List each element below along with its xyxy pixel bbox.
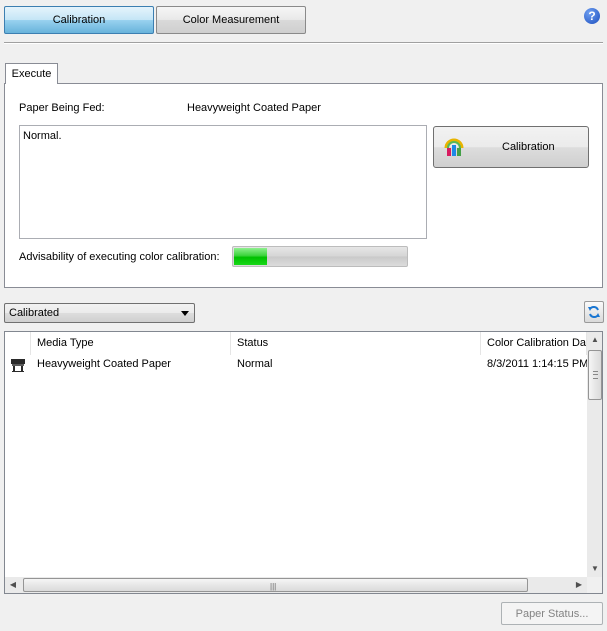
paper-status-label: Paper Status...: [515, 607, 589, 620]
calibration-button-label: Calibration: [502, 141, 555, 153]
refresh-button[interactable]: [584, 301, 604, 323]
paper-being-fed-label: Paper Being Fed:: [19, 102, 105, 114]
color-calibration-icon: [444, 138, 464, 156]
color-measurement-mode-label: Color Measurement: [182, 14, 280, 26]
table-row[interactable]: Heavyweight Coated Paper Normal 8/3/2011…: [5, 355, 587, 375]
status-cell: Normal: [237, 358, 273, 370]
media-type-column-header[interactable]: Media Type: [31, 332, 231, 355]
advisability-meter: [232, 246, 408, 267]
paper-status-button[interactable]: Paper Status...: [501, 602, 603, 625]
status-message-box: Normal.: [19, 125, 427, 239]
media-filter-value: Calibrated: [9, 307, 60, 319]
execute-calibration-button[interactable]: Calibration: [433, 126, 589, 168]
status-column-header[interactable]: Status: [231, 332, 481, 355]
scroll-left-icon[interactable]: ◀: [5, 577, 21, 593]
status-message: Normal.: [23, 130, 62, 142]
horizontal-scroll-thumb[interactable]: |||: [23, 578, 528, 592]
advisability-meter-fill: [234, 248, 267, 265]
execute-panel: Paper Being Fed: Heavyweight Coated Pape…: [4, 83, 603, 288]
media-filter-select[interactable]: Calibrated: [4, 303, 195, 323]
color-measurement-mode-button[interactable]: Color Measurement: [156, 6, 306, 34]
calibration-mode-button[interactable]: Calibration: [4, 6, 154, 34]
tab-execute-label: Execute: [11, 68, 52, 80]
refresh-icon: [588, 306, 600, 318]
help-icon[interactable]: ?: [584, 8, 600, 24]
header-separator: [4, 42, 603, 44]
paper-being-fed-value: Heavyweight Coated Paper: [187, 102, 321, 114]
scroll-down-icon[interactable]: ▼: [587, 561, 602, 577]
printer-icon: [11, 359, 25, 372]
media-type-cell: Heavyweight Coated Paper: [37, 358, 171, 370]
chevron-down-icon: [181, 311, 189, 316]
vertical-scrollbar[interactable]: ▲ ▼: [587, 332, 602, 577]
calibration-mode-label: Calibration: [52, 14, 106, 26]
media-list: Media Type Status Color Calibration Date…: [4, 331, 603, 594]
icon-column-header[interactable]: [5, 332, 31, 355]
tab-execute[interactable]: Execute: [5, 63, 58, 84]
scrollbar-corner: [587, 577, 602, 593]
calibration-date-cell: 8/3/2011 1:14:15 PM: [487, 358, 587, 370]
horizontal-scrollbar[interactable]: ◀ ||| ▶: [5, 577, 587, 593]
scroll-up-icon[interactable]: ▲: [587, 332, 602, 348]
advisability-label: Advisability of executing color calibrat…: [19, 251, 220, 263]
calibration-date-column-header[interactable]: Color Calibration Date: [481, 332, 587, 355]
scroll-right-icon[interactable]: ▶: [571, 577, 587, 593]
vertical-scroll-thumb[interactable]: [588, 350, 602, 400]
